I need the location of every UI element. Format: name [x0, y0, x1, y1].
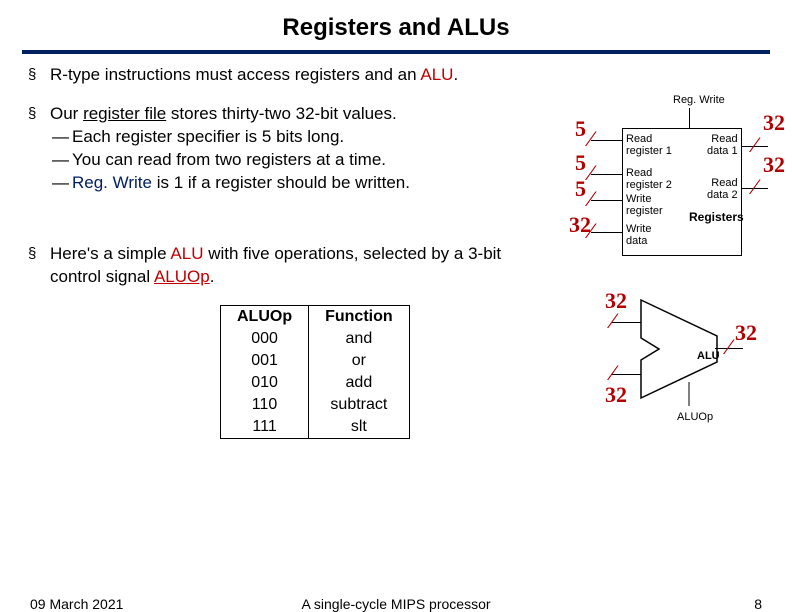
dash-mark: —	[52, 126, 69, 149]
port-read-data-2: Read data 2	[707, 178, 738, 201]
footer-page-number: 8	[754, 596, 762, 612]
registers-label: Registers	[689, 211, 744, 224]
bus-width-annotation: 32	[605, 290, 627, 312]
bus-width-annotation: 32	[735, 322, 757, 344]
port-write-data: Write data	[626, 224, 651, 247]
bus-slash-icon: ⁄	[753, 174, 757, 200]
term-alu: ALU	[420, 65, 453, 84]
term-alu: ALU	[170, 244, 203, 263]
bus-width-annotation: 32	[569, 214, 591, 236]
bullet-mark: §	[28, 65, 36, 85]
table-cell: 010	[221, 372, 309, 394]
table-header: ALUOp	[221, 305, 309, 328]
table-header: Function	[309, 305, 410, 328]
bus-width-annotation: 5	[575, 118, 586, 140]
bullet-2-sub-2: — You can read from two registers at a t…	[72, 149, 550, 172]
bus-width-annotation: 5	[575, 152, 586, 174]
table-cell: subtract	[309, 394, 410, 416]
wire	[611, 322, 641, 323]
bus-slash-icon: ⁄	[753, 132, 757, 158]
bus-slash-icon: ⁄	[727, 334, 731, 360]
bullet-3: § Here's a simple ALU with five operatio…	[50, 243, 550, 289]
port-read-register-1: Read register 1	[626, 134, 672, 157]
text: .	[453, 65, 458, 84]
bus-width-annotation: 32	[763, 154, 785, 176]
dash-mark: —	[52, 149, 69, 172]
bullet-2-sub-3: — Reg. Write is 1 if a register should b…	[72, 172, 550, 195]
table-cell: 110	[221, 394, 309, 416]
term-register-file: register file	[83, 104, 166, 123]
wire	[591, 232, 622, 233]
bullet-mark: §	[28, 244, 36, 264]
title-rule	[22, 50, 770, 54]
table-cell: slt	[309, 416, 410, 439]
regwrite-wire	[689, 108, 690, 128]
bus-width-annotation: 32	[605, 384, 627, 406]
wire	[591, 140, 622, 141]
dash-mark: —	[52, 172, 69, 195]
bus-width-annotation: 5	[575, 178, 586, 200]
aluop-signal-label: ALUOp	[677, 411, 713, 423]
footer-title: A single-cycle MIPS processor	[0, 596, 792, 612]
port-write-register: Write register	[626, 194, 663, 217]
wire	[591, 174, 622, 175]
wire	[611, 374, 641, 375]
bus-slash-icon: ⁄	[589, 160, 593, 186]
text: is 1 if a register should be written.	[152, 173, 410, 192]
bus-width-annotation: 32	[763, 112, 785, 134]
bus-slash-icon: ⁄	[589, 126, 593, 152]
table-cell: or	[309, 350, 410, 372]
bullet-2: § Our register file stores thirty-two 32…	[50, 103, 550, 195]
text: stores thirty-two 32-bit values.	[166, 104, 397, 123]
text: You can read from two registers at a tim…	[72, 150, 386, 169]
bullet-2-sub-1: — Each register specifier is 5 bits long…	[72, 126, 550, 149]
aluop-table: ALUOp Function 000and 001or 010add 110su…	[220, 305, 410, 439]
regwrite-label: Reg. Write	[673, 94, 725, 106]
alu-label: ALU	[697, 350, 720, 362]
table-cell: 001	[221, 350, 309, 372]
wire	[591, 200, 622, 201]
text: Our	[50, 104, 83, 123]
term-regwrite: Reg. Write	[72, 173, 152, 192]
bus-slash-icon: ⁄	[589, 186, 593, 212]
text: Each register specifier is 5 bits long.	[72, 127, 344, 146]
bullet-mark: §	[28, 104, 36, 124]
port-read-data-1: Read data 1	[707, 134, 738, 157]
bullet-1: § R-type instructions must access regist…	[50, 64, 550, 87]
text: .	[210, 267, 215, 286]
port-read-register-2: Read register 2	[626, 168, 672, 191]
alu-shape-icon	[577, 296, 752, 436]
table-cell: 111	[221, 416, 309, 439]
alu-diagram: ALU ALUOp ⁄32 ⁄32 ⁄32	[577, 296, 752, 436]
page-title: Registers and ALUs	[0, 0, 792, 48]
table-cell: 000	[221, 328, 309, 350]
text: Here's a simple	[50, 244, 170, 263]
table-cell: add	[309, 372, 410, 394]
text: R-type instructions must access register…	[50, 65, 420, 84]
table-cell: and	[309, 328, 410, 350]
term-aluop: ALUOp	[154, 267, 210, 286]
